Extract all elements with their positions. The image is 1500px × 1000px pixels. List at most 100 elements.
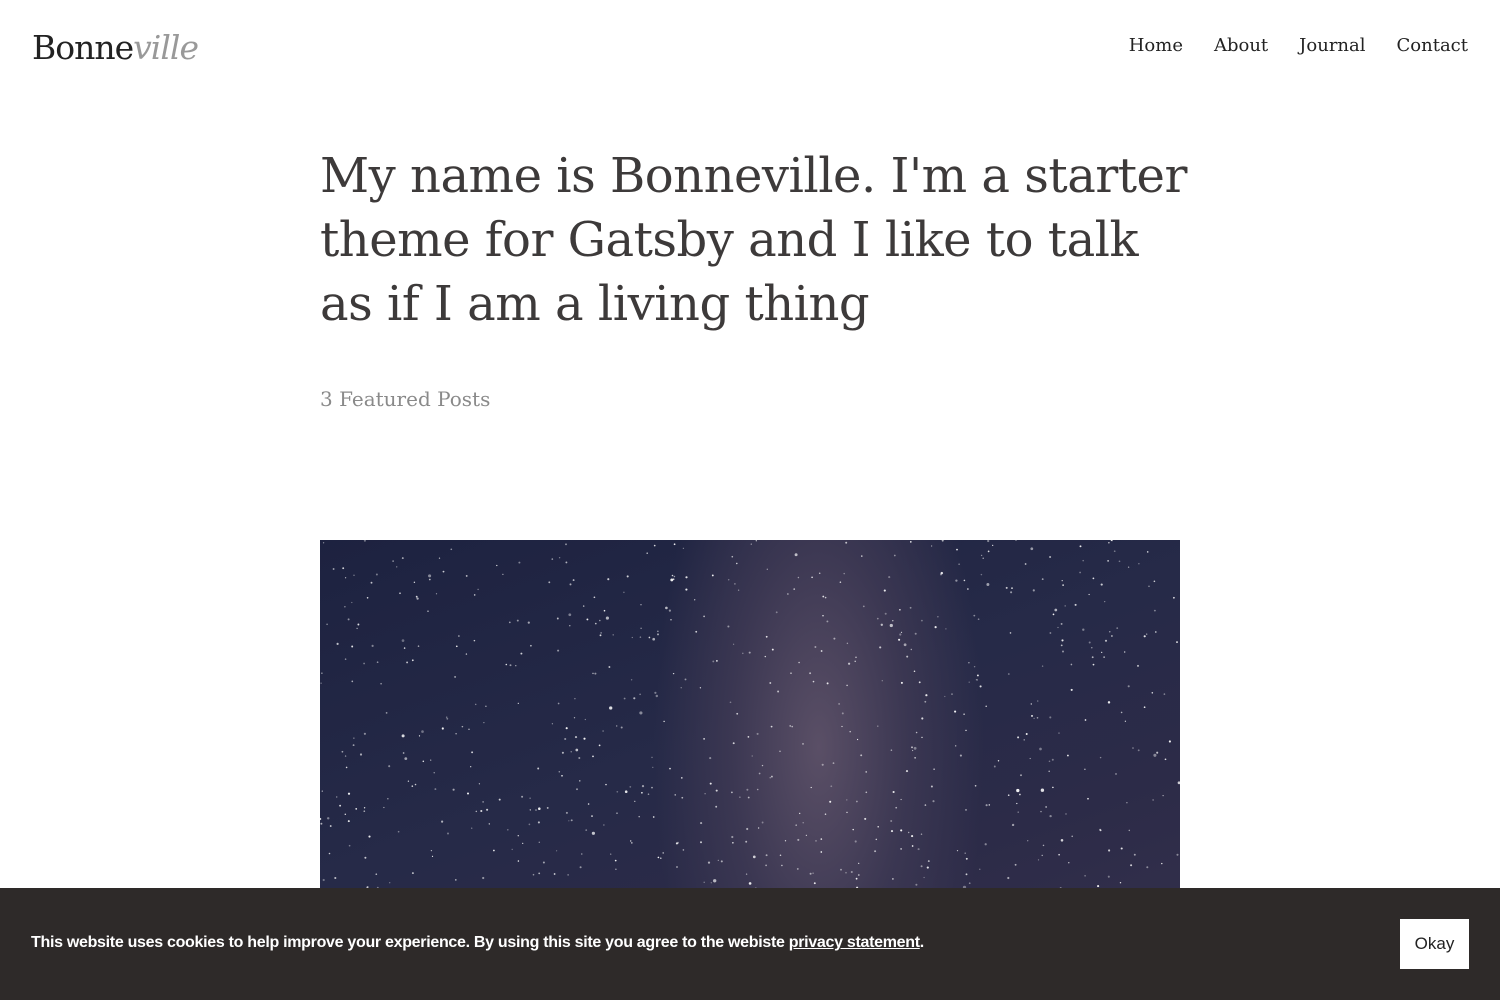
star xyxy=(546,806,549,809)
star xyxy=(907,831,910,834)
star xyxy=(578,757,581,759)
star xyxy=(516,619,519,622)
star xyxy=(583,737,586,740)
star xyxy=(758,772,761,775)
cookie-message-text: This website uses cookies to help improv… xyxy=(31,934,789,951)
privacy-statement-link[interactable]: privacy statement xyxy=(789,934,920,951)
star xyxy=(1110,635,1113,637)
star xyxy=(680,687,682,689)
star xyxy=(751,755,753,757)
star xyxy=(926,866,929,869)
star xyxy=(988,804,991,806)
star xyxy=(582,605,585,607)
star xyxy=(732,742,735,745)
star xyxy=(1104,600,1106,603)
cookie-okay-button[interactable]: Okay xyxy=(1400,919,1469,969)
star xyxy=(471,827,473,829)
star xyxy=(634,800,636,802)
star xyxy=(1058,853,1060,856)
star xyxy=(980,554,983,557)
star xyxy=(1036,700,1039,702)
star xyxy=(888,576,891,579)
star xyxy=(591,815,593,818)
star xyxy=(965,809,967,811)
star xyxy=(1049,632,1052,634)
nav-item-about[interactable]: About xyxy=(1214,32,1268,60)
star xyxy=(364,856,367,859)
star xyxy=(1146,866,1149,869)
star xyxy=(892,878,894,880)
star xyxy=(1097,885,1100,888)
star xyxy=(911,845,914,847)
star xyxy=(700,822,703,825)
star xyxy=(959,754,962,757)
star xyxy=(581,853,583,855)
star xyxy=(682,547,685,549)
star xyxy=(321,672,323,674)
star xyxy=(903,643,907,647)
star xyxy=(986,583,990,586)
star xyxy=(881,680,883,682)
star xyxy=(388,765,391,768)
star xyxy=(353,737,355,739)
star xyxy=(1084,719,1087,721)
site-logo[interactable]: Bonneville xyxy=(32,28,199,68)
star xyxy=(445,716,448,719)
site-header: Bonneville Home About Journal Contact xyxy=(0,0,1500,95)
star xyxy=(402,752,405,754)
star xyxy=(529,809,531,811)
star xyxy=(662,852,664,854)
star xyxy=(1025,733,1028,735)
star xyxy=(339,804,342,807)
nav-item-contact[interactable]: Contact xyxy=(1397,32,1468,60)
star xyxy=(899,609,901,611)
star xyxy=(745,873,748,875)
star xyxy=(841,712,844,715)
star xyxy=(572,579,575,582)
star xyxy=(342,567,345,570)
star xyxy=(612,634,614,636)
star xyxy=(399,592,401,595)
star xyxy=(838,703,840,705)
star xyxy=(795,824,797,826)
star xyxy=(592,672,594,675)
nav-item-journal[interactable]: Journal xyxy=(1299,32,1365,60)
star xyxy=(1045,806,1047,808)
star xyxy=(798,661,800,664)
star xyxy=(428,578,431,581)
star xyxy=(1091,646,1093,649)
star xyxy=(461,725,464,728)
star xyxy=(1009,632,1012,634)
star xyxy=(862,605,865,608)
star xyxy=(1032,589,1035,592)
page: Bonneville Home About Journal Contact My… xyxy=(0,0,1500,1000)
star xyxy=(924,700,927,703)
star xyxy=(1027,840,1029,842)
star xyxy=(387,798,389,800)
star xyxy=(482,876,485,880)
star xyxy=(1099,829,1102,832)
star xyxy=(917,848,920,851)
star xyxy=(1024,563,1027,565)
star xyxy=(992,544,994,547)
star xyxy=(761,764,764,767)
star xyxy=(454,675,457,678)
star xyxy=(879,646,882,649)
star xyxy=(515,665,517,667)
star xyxy=(715,805,718,808)
star xyxy=(703,738,705,740)
nav-item-home[interactable]: Home xyxy=(1129,32,1183,60)
star xyxy=(1104,639,1108,642)
star xyxy=(822,614,824,617)
star xyxy=(681,796,684,799)
star xyxy=(775,611,778,614)
star xyxy=(561,774,563,777)
star xyxy=(651,756,653,759)
star xyxy=(944,695,946,698)
star xyxy=(715,789,718,792)
star xyxy=(956,849,959,852)
star xyxy=(1042,844,1045,847)
star xyxy=(1005,586,1008,589)
star xyxy=(320,822,323,825)
star xyxy=(579,866,582,869)
